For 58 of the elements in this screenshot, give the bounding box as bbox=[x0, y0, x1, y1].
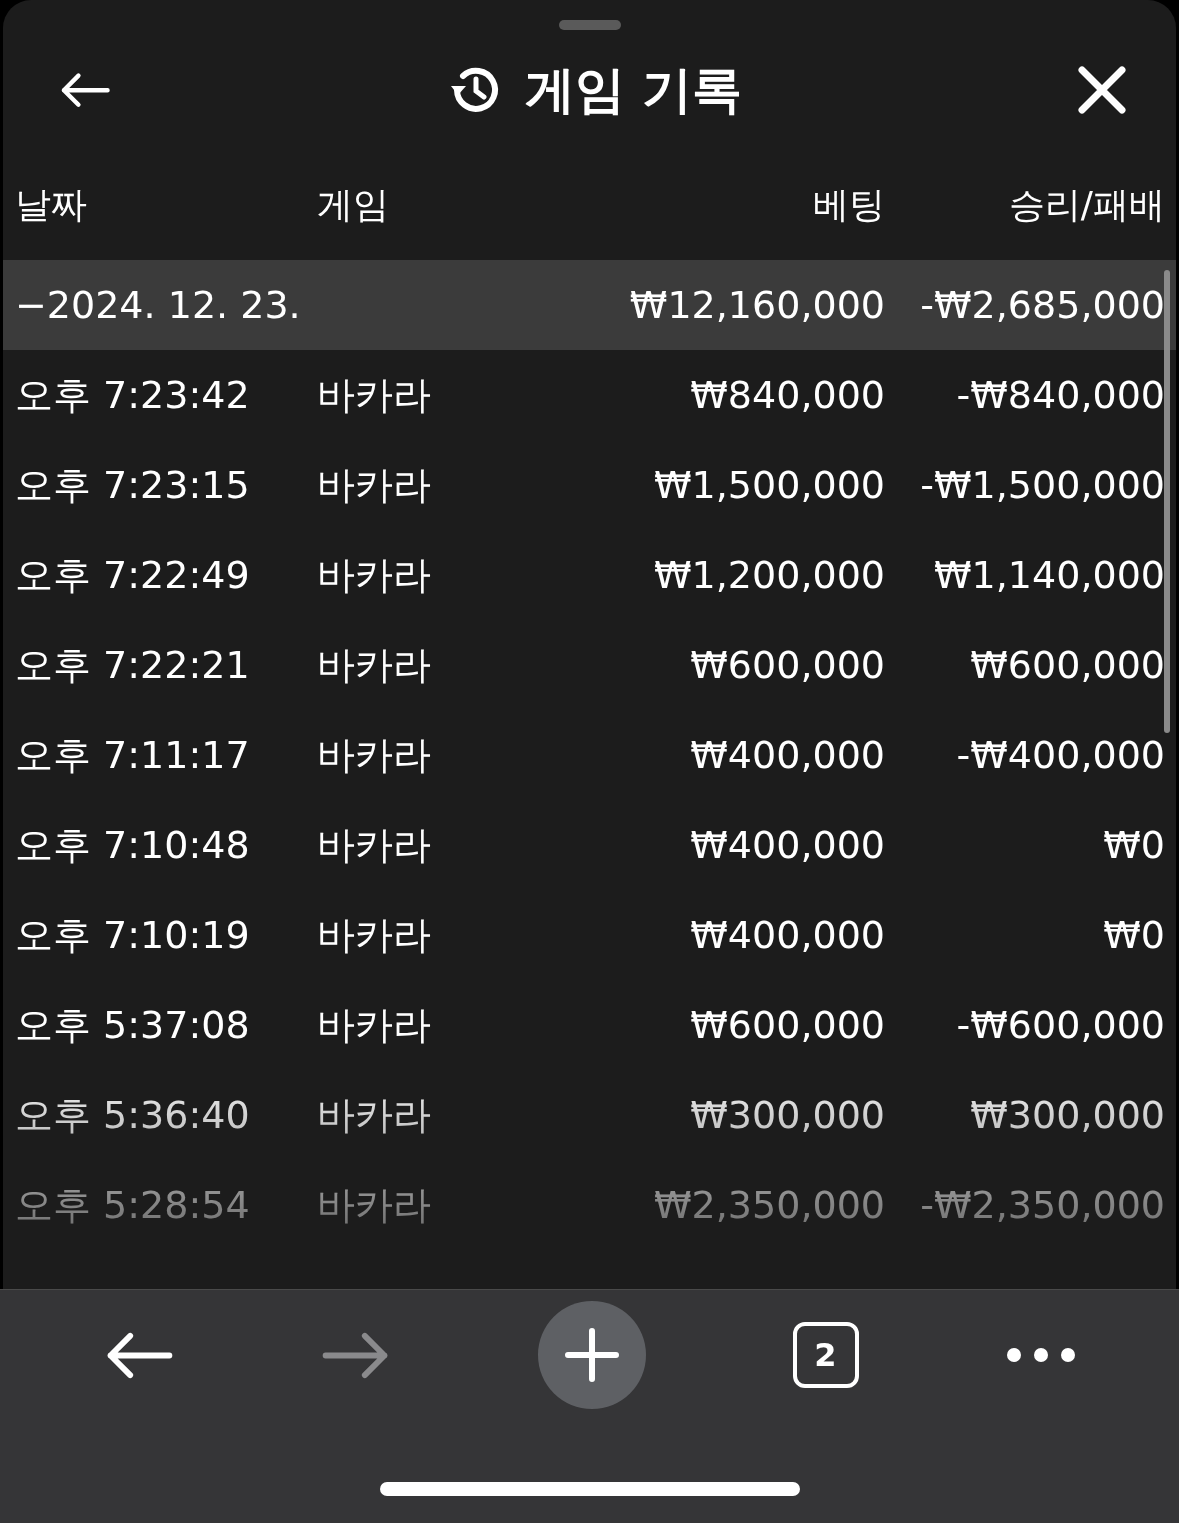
result-cell-text: ₩0 bbox=[1102, 823, 1165, 867]
plus-icon bbox=[563, 1327, 620, 1383]
drag-handle[interactable] bbox=[558, 20, 621, 30]
column-header[interactable]: 날짜 bbox=[15, 180, 317, 230]
bet-cell-text: ₩600,000 bbox=[689, 643, 885, 687]
bet-cell-text: ₩2,350,000 bbox=[653, 1183, 885, 1227]
time-cell-text: 오후 7:10:19 bbox=[15, 911, 251, 959]
game-cell-text: 바카라 bbox=[317, 821, 432, 869]
tab-count-button[interactable]: 2 bbox=[792, 1322, 859, 1388]
more-button[interactable] bbox=[1005, 1347, 1076, 1363]
more-icon bbox=[1005, 1347, 1076, 1363]
bet-cell-text: ₩300,000 bbox=[689, 1093, 885, 1137]
game-cell-text: 바카라 bbox=[317, 1001, 432, 1049]
game-cell-text: 바카라 bbox=[317, 641, 432, 689]
time-cell-text: 오후 5:37:08 bbox=[15, 1001, 251, 1049]
group-result-total: -₩2,685,000 bbox=[919, 283, 1165, 327]
result-cell-text: -₩1,500,000 bbox=[919, 463, 1165, 507]
game-cell-text: 바카라 bbox=[317, 371, 432, 419]
result-cell-text: -₩600,000 bbox=[955, 1003, 1165, 1047]
game-cell-text: 바카라 bbox=[317, 551, 432, 599]
back-button[interactable] bbox=[59, 71, 111, 109]
game-cell-text: 바카라 bbox=[317, 1181, 432, 1229]
bet-cell-text: ₩840,000 bbox=[689, 373, 885, 417]
bet-cell-text: ₩400,000 bbox=[689, 733, 885, 777]
time-cell-text: 오후 7:23:42 bbox=[15, 371, 251, 419]
result-cell-text: ₩600,000 bbox=[969, 643, 1165, 687]
group-bet-total: ₩12,160,000 bbox=[628, 283, 885, 327]
game-cell-text: 바카라 bbox=[317, 731, 432, 779]
result-cell-text: ₩0 bbox=[1102, 913, 1165, 957]
bet-cell-text: ₩400,000 bbox=[689, 913, 885, 957]
bet-cell-text: ₩400,000 bbox=[689, 823, 885, 867]
time-cell-text: 오후 7:22:21 bbox=[15, 641, 251, 689]
time-cell-text: 오후 7:22:49 bbox=[15, 551, 251, 599]
result-cell-text: ₩1,140,000 bbox=[933, 553, 1165, 597]
time-cell-text: 오후 5:36:40 bbox=[15, 1091, 251, 1139]
group-date: −2024. 12. 23. bbox=[15, 283, 302, 327]
close-icon bbox=[1078, 66, 1126, 114]
bet-cell-text: ₩1,500,000 bbox=[653, 463, 885, 507]
time-cell-text: 오후 7:23:15 bbox=[15, 461, 251, 509]
game-cell-text: 바카라 bbox=[317, 461, 432, 509]
result-cell-text: -₩2,350,000 bbox=[919, 1183, 1165, 1227]
bet-cell-text: ₩600,000 bbox=[689, 1003, 885, 1047]
result-cell-text: ₩300,000 bbox=[969, 1093, 1165, 1137]
time-cell-text: 오후 7:10:48 bbox=[15, 821, 251, 869]
window-title: 게임 기록 bbox=[524, 59, 743, 121]
time-cell-text: 오후 7:11:17 bbox=[15, 731, 251, 779]
result-cell-text: -₩400,000 bbox=[955, 733, 1165, 777]
column-header[interactable]: 게임 bbox=[317, 180, 600, 230]
game-cell-text: 바카라 bbox=[317, 911, 432, 959]
column-header[interactable]: 승리/패배 bbox=[885, 180, 1165, 230]
close-button[interactable] bbox=[1078, 66, 1126, 114]
game-cell-text: 바카라 bbox=[317, 1091, 432, 1139]
date-group-row[interactable]: −2024. 12. 23. ₩12,160,000 -₩2,685,000 bbox=[3, 260, 1176, 350]
bet-cell-text: ₩1,200,000 bbox=[653, 553, 885, 597]
column-header[interactable]: 베팅 bbox=[600, 180, 885, 230]
scrollbar[interactable] bbox=[1164, 270, 1170, 733]
result-cell-text: -₩840,000 bbox=[955, 373, 1165, 417]
time-cell-text: 오후 5:28:54 bbox=[15, 1181, 251, 1229]
